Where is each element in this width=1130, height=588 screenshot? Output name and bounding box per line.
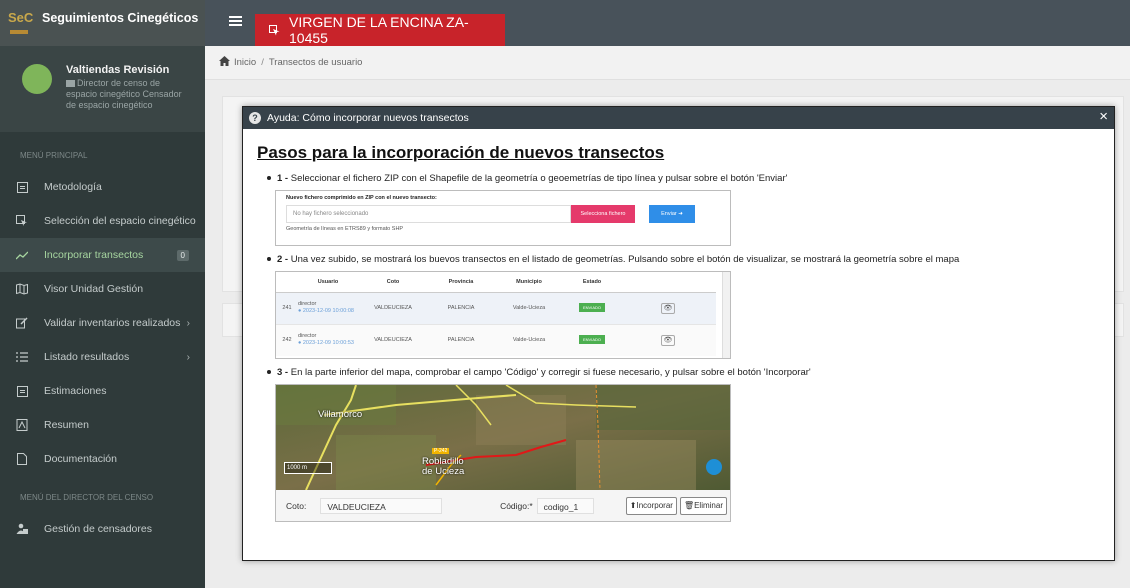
sidebar-item-metodologia[interactable]: Metodología (0, 170, 205, 204)
incorporar-button: ⬆ Incorporar (625, 496, 677, 515)
file-icon (16, 453, 28, 465)
document-icon (16, 385, 28, 397)
brand[interactable]: SeC Seguimientos Cinegéticos (0, 0, 205, 46)
id-card-icon (66, 80, 75, 88)
list-icon (16, 351, 28, 363)
table-row: 241 director ● 2023-12-09 10:00:08 VALDEU… (276, 292, 716, 324)
file-input: No hay fichero seleccionado (286, 205, 571, 223)
brand-logo: SeC (8, 8, 36, 38)
upload-hint: Geometría de líneas en ETRS89 y formato … (286, 226, 404, 232)
menu-section-main: MENÚ PRINCIPAL (20, 151, 88, 160)
modal-header: ? Ayuda: Cómo incorporar nuevos transect… (243, 107, 1114, 129)
sidebar-item-incorporar-transectos[interactable]: Incorporar transectos 0 (0, 238, 205, 272)
sidebar-item-label: Visor Unidad Gestión (44, 283, 144, 295)
map-place-label: Villamorco (318, 409, 363, 420)
breadcrumb-current: Transectos de usuario (268, 57, 363, 68)
layers-icon (706, 459, 722, 475)
cursor-icon (16, 215, 28, 227)
codigo-field: codigo_1 (536, 497, 594, 514)
sidebar-item-label: Validar inventarios realizados (44, 317, 181, 329)
count-badge: 0 (176, 249, 189, 261)
home-icon[interactable] (219, 56, 230, 69)
transects-example-table: Usuario Coto Provincia Municipio Estado … (275, 271, 731, 359)
sidebar-item-label: Gestión de censadores (44, 523, 152, 535)
user-panel: Valtiendas Revisión Director de censo de… (0, 46, 205, 132)
step-2: 2 - Una vez subido, se mostrará los buev… (267, 254, 1114, 265)
map-scale: 1000 m (284, 462, 332, 474)
map-footer: Coto: VALDEUCIEZA Código:* codigo_1 ⬆ Inc… (276, 490, 730, 521)
avatar (22, 64, 52, 94)
send-button: Enviar ➜ (649, 205, 695, 223)
sidebar-item-label: Resumen (44, 419, 89, 431)
brand-title: Seguimientos Cinegéticos (42, 11, 199, 25)
breadcrumb-home[interactable]: Inicio (234, 57, 256, 68)
chevron-right-icon: › (186, 317, 190, 329)
column-header: Coto (358, 272, 428, 293)
road-label: P-242 (432, 448, 450, 454)
sidebar-item-label: Metodología (44, 181, 102, 193)
menu-section-director: MENÚ DEL DIRECTOR DEL CENSO (20, 493, 154, 502)
eliminar-button: 🗑 Eliminar (679, 496, 727, 515)
document-icon (16, 181, 28, 193)
close-button[interactable]: × (1099, 108, 1108, 125)
eye-icon: 👁 (661, 302, 675, 314)
map-example-panel: Villamorco Robladillo de Ucieza P-242 10… (275, 384, 731, 522)
breadcrumb: Inicio / Transectos de usuario (205, 46, 1130, 80)
eye-icon: 👁 (661, 334, 675, 346)
sidebar-item-documentacion[interactable]: Documentación (0, 442, 205, 476)
status-badge: ENVIADO (578, 303, 605, 312)
arrow-right-icon: ➜ (678, 211, 683, 217)
cursor-icon (269, 24, 280, 36)
upload-icon: ⬆ (629, 501, 637, 510)
sidebar-item-label: Listado resultados (44, 351, 130, 363)
chevron-right-icon: › (186, 351, 190, 363)
map-preview: Villamorco Robladillo de Ucieza P-242 10… (276, 385, 730, 490)
sidebar-item-validar[interactable]: Validar inventarios realizados › (0, 306, 205, 340)
sidebar-item-seleccion[interactable]: Selección del espacio cinegético (0, 204, 205, 238)
help-icon: ? (249, 112, 261, 124)
step-1: 1 - Seleccionar el fichero ZIP con el Sh… (267, 173, 1114, 184)
column-header: Municipio (494, 272, 564, 293)
chart-line-icon (16, 249, 28, 261)
pdf-icon (16, 419, 28, 431)
column-header: Usuario (298, 272, 358, 293)
coto-field: VALDEUCIEZA (320, 497, 443, 514)
sidebar: SeC Seguimientos Cinegéticos Valtiendas … (0, 0, 205, 588)
sidebar-item-label: Incorporar transectos (44, 249, 144, 261)
sidebar-item-resumen[interactable]: Resumen (0, 408, 205, 442)
map-place-label: Robladillo de Ucieza (422, 456, 465, 477)
sidebar-item-censadores[interactable]: Gestión de censadores (0, 512, 205, 546)
sidebar-item-label: Selección del espacio cinegético (44, 215, 196, 227)
sidebar-item-visor[interactable]: Visor Unidad Gestión (0, 272, 205, 306)
sidebar-item-estimaciones[interactable]: Estimaciones (0, 374, 205, 408)
menu-toggle-icon[interactable] (229, 16, 242, 26)
coto-label: Coto: (286, 500, 307, 511)
scrollbar (722, 272, 730, 358)
trash-icon: 🗑 (683, 501, 695, 510)
step-3: 3 - En la parte inferior del mapa, compr… (267, 367, 1114, 378)
sidebar-item-label: Documentación (44, 453, 117, 465)
help-modal: ? Ayuda: Cómo incorporar nuevos transect… (242, 106, 1115, 561)
select-file-button: Selecciona fichero (571, 205, 635, 223)
table-row: 242 director ● 2023-12-09 10:00:53 VALDEU… (276, 323, 716, 356)
user-role: Director de censo de espacio cinegético … (66, 78, 182, 110)
users-icon (16, 523, 28, 535)
status-badge: ENVIADO (578, 335, 605, 345)
column-header: Estado (564, 272, 620, 293)
modal-heading: Pasos para la incorporación de nuevos tr… (257, 143, 665, 162)
upload-example-panel: Nuevo fichero comprimido en ZIP con el n… (275, 190, 731, 246)
space-title: VIRGEN DE LA ENCINA ZA-10455 (255, 14, 505, 46)
edit-icon (16, 317, 28, 329)
sidebar-item-listado[interactable]: Listado resultados › (0, 340, 205, 374)
map-icon (16, 283, 28, 295)
modal-title: Ayuda: Cómo incorporar nuevos transectos (267, 112, 469, 124)
top-bar: VIRGEN DE LA ENCINA ZA-10455 (205, 0, 1130, 46)
codigo-label: Código:* (500, 500, 533, 511)
logo-text: SeC (8, 10, 34, 25)
column-header: Provincia (428, 272, 494, 293)
upload-label: Nuevo fichero comprimido en ZIP con el n… (286, 195, 437, 201)
sidebar-item-label: Estimaciones (44, 385, 107, 397)
user-name: Valtiendas Revisión (66, 64, 170, 76)
